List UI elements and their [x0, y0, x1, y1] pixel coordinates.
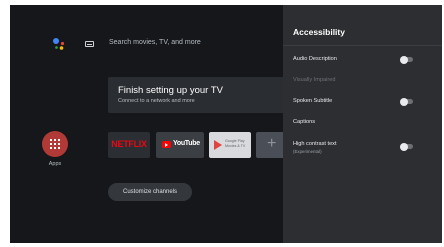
- tv-screen: Search movies, TV, and more Finish setti…: [10, 5, 442, 243]
- toggle-knob: [400, 142, 408, 151]
- youtube-label: YouTube: [173, 140, 200, 147]
- youtube-icon: [162, 141, 171, 148]
- visually-impaired-item: Visually Impaired: [293, 77, 336, 83]
- plus-icon: +: [267, 135, 277, 152]
- panel-divider: [283, 45, 442, 46]
- accessibility-panel: Accessibility Audio Description Visually…: [283, 5, 442, 243]
- search-input[interactable]: Search movies, TV, and more: [109, 39, 201, 46]
- captions-item[interactable]: Captions: [293, 119, 315, 125]
- apps-label: Apps: [48, 161, 62, 167]
- setup-title: Finish setting up your TV: [118, 85, 223, 96]
- toggle-knob: [400, 97, 408, 106]
- setup-banner[interactable]: Finish setting up your TV Connect to a n…: [108, 77, 308, 113]
- google-play-movies-tile[interactable]: Google Play Movies & TV: [209, 132, 251, 158]
- customize-channels-button[interactable]: Customize channels: [108, 183, 192, 201]
- netflix-logo: NETFLIX: [111, 139, 147, 149]
- audio-description-toggle[interactable]: [400, 55, 413, 64]
- apps-grid-icon: [50, 139, 60, 149]
- audio-description-item[interactable]: Audio Description: [293, 56, 337, 62]
- high-contrast-sub: (Experimental): [293, 149, 322, 154]
- toggle-knob: [400, 55, 408, 64]
- google-play-label: Google Play Movies & TV: [225, 139, 246, 148]
- google-assistant-icon[interactable]: [52, 37, 66, 51]
- high-contrast-toggle[interactable]: [400, 142, 413, 151]
- panel-title: Accessibility: [293, 27, 345, 37]
- netflix-tile[interactable]: NETFLIX: [108, 132, 150, 158]
- high-contrast-text-item[interactable]: High contrast text: [293, 141, 337, 147]
- setup-subtitle: Connect to a network and more: [118, 98, 195, 104]
- spoken-subtitle-toggle[interactable]: [400, 97, 413, 106]
- spoken-subtitle-item[interactable]: Spoken Subtitle: [293, 98, 332, 104]
- apps-button[interactable]: [42, 131, 68, 157]
- youtube-tile[interactable]: YouTube: [156, 132, 204, 158]
- keyboard-icon[interactable]: [85, 41, 94, 47]
- google-play-icon: [214, 140, 222, 150]
